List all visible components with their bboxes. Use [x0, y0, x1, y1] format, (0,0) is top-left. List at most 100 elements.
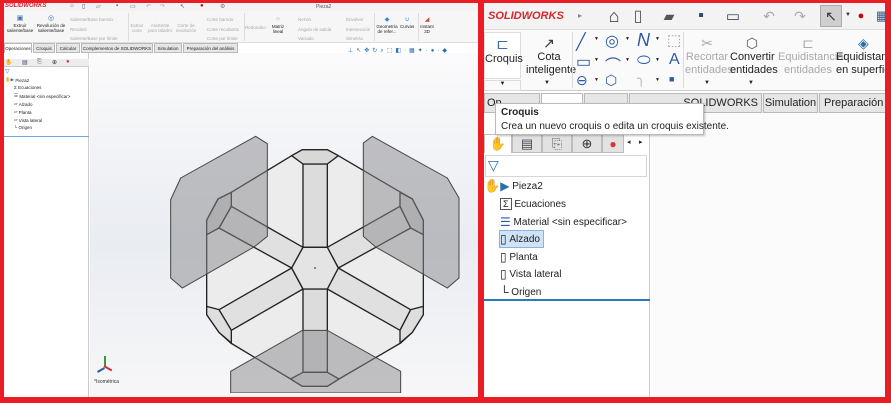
ellipse-tool-icon[interactable]: ⬭: [637, 52, 651, 70]
dropdown-arrow[interactable]: ▼: [594, 77, 599, 83]
smart-dimension-button[interactable]: ↗ Cota inteligente: [526, 35, 576, 76]
new-file-icon[interactable]: ▯: [630, 6, 646, 26]
polygon-tool-icon[interactable]: ⬡: [605, 72, 617, 89]
boundary-cut-button[interactable]: Corte por límite: [207, 36, 238, 41]
filter-icon[interactable]: ▽: [5, 68, 10, 75]
undo-icon[interactable]: ↶: [760, 6, 778, 26]
property-manager-tab[interactable]: ▤: [512, 134, 542, 153]
trim-entities-button[interactable]: ✂ Recortar entidades: [685, 35, 733, 76]
extrude-boss-button[interactable]: ▣ Extruir saliente/base: [6, 15, 34, 33]
tab-scroll-right[interactable]: ▸: [639, 138, 643, 146]
smart-dimension-dropdown[interactable]: ▼: [544, 80, 550, 87]
dropdown-arrow[interactable]: ▼: [625, 57, 630, 63]
property-manager-tab-icon[interactable]: ▤: [22, 59, 28, 66]
slot-tool-icon[interactable]: ⊖: [576, 72, 588, 89]
tree-item-alzado[interactable]: ▱ Alzado: [14, 101, 33, 107]
point-tool-icon[interactable]: ■: [669, 74, 674, 84]
file-properties-icon[interactable]: ▦: [876, 6, 885, 26]
tab-calcular[interactable]: Calcular: [56, 43, 80, 53]
hole-wizard-button[interactable]: Asistente para taladro: [147, 23, 173, 33]
options-icon[interactable]: ⚙: [220, 3, 225, 10]
display-manager-tab[interactable]: ●: [602, 134, 624, 153]
configuration-manager-tab[interactable]: ⎘: [542, 134, 572, 153]
rebuild-icon[interactable]: ●: [856, 6, 866, 26]
dimxpert-tab-icon[interactable]: ⊕: [52, 59, 57, 66]
shell-button[interactable]: Vaciado: [298, 36, 314, 41]
tab-scroll-left[interactable]: ◂: [627, 138, 631, 146]
tab-preparacion[interactable]: Preparación de: [819, 93, 885, 113]
tree-item-ecuaciones[interactable]: Σ Ecuaciones: [500, 195, 566, 213]
swept-cut-button[interactable]: Corte barrido: [207, 17, 233, 22]
spline-tool-icon[interactable]: N: [637, 30, 650, 51]
convert-dropdown[interactable]: ▼: [748, 80, 754, 87]
boundary-boss-button[interactable]: Saliente/Base por límite: [70, 36, 118, 41]
tree-item-vista-lateral[interactable]: ▯ Vista lateral: [500, 265, 561, 283]
home-icon[interactable]: ⌂: [604, 6, 624, 26]
tree-item-alzado[interactable]: ▯ Alzado: [499, 230, 544, 248]
text-tool-icon[interactable]: A: [669, 51, 680, 69]
graphics-area[interactable]: [651, 113, 885, 397]
rectangle-tool-icon[interactable]: ▭: [576, 52, 591, 72]
dropdown-arrow[interactable]: ▼: [655, 77, 660, 83]
save-icon[interactable]: ▪: [116, 3, 118, 9]
feature-manager-tab[interactable]: ✋: [484, 134, 512, 153]
rebuild-icon[interactable]: ●: [200, 3, 204, 9]
heads-up-toolbar[interactable]: ⊥↖✥↻⌕⬚◧·▦✦·●·◆: [348, 47, 450, 55]
wrap-button[interactable]: Envolver: [346, 17, 364, 22]
tree-item-pieza2[interactable]: ✋ ▶ Pieza2: [484, 177, 543, 195]
new-file-icon[interactable]: ▯: [82, 3, 85, 10]
save-icon[interactable]: ▪: [692, 6, 710, 26]
configuration-manager-tab-icon[interactable]: ⎘: [37, 59, 42, 66]
rib-button[interactable]: Nervio: [298, 17, 311, 22]
draft-button[interactable]: Ángulo de salida: [298, 27, 331, 32]
sweep-button[interactable]: Saliente/Base barrido: [70, 17, 113, 22]
fillet-tool-icon[interactable]: ╮: [637, 70, 645, 87]
select-dropdown[interactable]: ▼: [845, 12, 851, 18]
undo-icon[interactable]: ↶: [146, 3, 151, 10]
reference-geometry-button[interactable]: ◆ Geometría de refer...: [376, 17, 398, 34]
tab-croquis[interactable]: Croquis: [33, 43, 55, 53]
circle-tool-icon[interactable]: ◎: [605, 31, 619, 51]
tab-simulation[interactable]: Simulation: [154, 43, 182, 53]
offset-entities-button[interactable]: ⊏ Equidistanciar entidades: [778, 35, 847, 76]
linear-pattern-button[interactable]: ⁘ Matriz lineal: [270, 17, 286, 34]
display-manager-tab-icon[interactable]: ●: [66, 59, 70, 65]
print-icon[interactable]: ▭: [130, 3, 136, 10]
extrude-cut-button[interactable]: Extruir corte: [129, 23, 145, 33]
feature-manager-tab-icon[interactable]: ✋: [5, 59, 12, 66]
trim-dropdown[interactable]: ▼: [704, 80, 710, 87]
tab-simulation[interactable]: Simulation: [763, 93, 818, 113]
open-icon[interactable]: ▰: [660, 6, 678, 26]
lofted-cut-button[interactable]: Corte recubierto: [207, 27, 239, 32]
tree-item-ecuaciones[interactable]: Σ Ecuaciones: [14, 85, 41, 90]
graphics-area[interactable]: ⊥↖✥↻⌕⬚◧·▦✦·●·◆ *Isométrica: [90, 48, 478, 397]
select-icon[interactable]: ↖: [180, 3, 185, 10]
convert-entities-button[interactable]: ⬡ Convertir entidades: [730, 35, 778, 76]
offset-surface-button[interactable]: ◈Equidistanciar en superficie: [836, 35, 885, 76]
tree-item-material[interactable]: ☰ Material <sin especificar>: [14, 93, 70, 99]
loft-button[interactable]: Recubrir: [70, 27, 87, 32]
instant3d-button[interactable]: ◢ Instant 3D: [420, 17, 434, 34]
plane-tool-icon[interactable]: ⬚: [667, 31, 681, 49]
select-button[interactable]: ↖: [820, 5, 842, 27]
revolve-boss-button[interactable]: ◎ Revolución de saliente/base: [36, 15, 66, 33]
dropdown-arrow[interactable]: ▼: [594, 36, 599, 42]
sketch-button[interactable]: ⊏ Croquis: [484, 32, 523, 79]
tree-item-vista-lateral[interactable]: ▱ Vista lateral: [14, 117, 42, 123]
3d-model-view[interactable]: [154, 93, 474, 393]
line-tool-icon[interactable]: ╱: [576, 32, 586, 52]
dropdown-arrow[interactable]: ▼: [655, 36, 660, 42]
tree-item-planta[interactable]: ▯ Planta: [500, 248, 538, 266]
tree-item-origen[interactable]: └ Origen: [14, 125, 32, 130]
redo-icon[interactable]: ↷: [791, 6, 809, 26]
fillet-button[interactable]: Redondeo: [245, 25, 266, 30]
print-icon[interactable]: ▭: [724, 6, 742, 26]
expand-menu-arrow[interactable]: ▸: [578, 11, 582, 20]
curves-button[interactable]: ∪ Curvas: [400, 17, 414, 29]
intersect-button[interactable]: Intersección: [346, 27, 370, 32]
home-icon[interactable]: ⌂: [70, 3, 74, 9]
dropdown-arrow[interactable]: ▼: [655, 57, 660, 63]
dimxpert-tab[interactable]: ⊕: [572, 134, 602, 153]
filter-box[interactable]: ▽: [485, 155, 647, 177]
tab-operaciones[interactable]: Operaciones: [4, 43, 32, 53]
